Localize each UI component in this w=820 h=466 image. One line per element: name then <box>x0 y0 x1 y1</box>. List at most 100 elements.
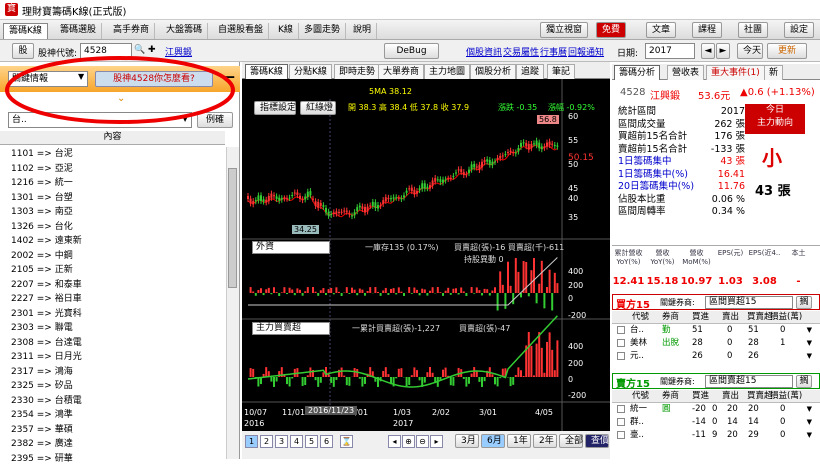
chart-tab-branch[interactable]: 分點K線 <box>289 64 332 79</box>
list-item[interactable]: 2317 => 鴻海 <box>0 365 225 380</box>
tab-chip-screen[interactable]: 籌碼選股 <box>55 23 102 39</box>
buy-side-go-button[interactable]: 搁 <box>796 296 812 309</box>
list-item[interactable]: 2207 => 和泰車 <box>0 278 225 293</box>
chart-tab-bigorder[interactable]: 大單券商 <box>378 64 424 79</box>
list-item[interactable]: 1216 => 統一 <box>0 176 225 191</box>
scrollbar-thumb[interactable] <box>228 168 237 288</box>
settings-button[interactable]: 設定 <box>784 22 814 38</box>
list-item[interactable]: 2303 => 聯電 <box>0 321 225 336</box>
list-item[interactable]: 1402 => 遠東新 <box>0 234 225 249</box>
list-item[interactable]: 2227 => 裕日車 <box>0 292 225 307</box>
tab-watchlist[interactable]: 自選股看盤 <box>213 23 269 39</box>
sell-side-go-button[interactable]: 搁 <box>796 375 812 388</box>
link-calendar[interactable]: 行事曆 <box>540 45 567 58</box>
page-2-button[interactable]: 2 <box>260 435 273 448</box>
range-3m-button[interactable]: 3月 <box>455 434 479 448</box>
link-trade-attr[interactable]: 交易屬性 <box>503 45 539 58</box>
indicator-settings-button[interactable]: 指標設定 <box>254 101 296 115</box>
list-item[interactable]: 2311 => 日月光 <box>0 350 225 365</box>
scroll-right-icon[interactable]: ▸ <box>430 435 443 448</box>
tab-market-chip[interactable]: 大盤籌碼 <box>161 23 208 39</box>
page-5-button[interactable]: 5 <box>305 435 318 448</box>
list-item[interactable]: 2105 => 正新 <box>0 263 225 278</box>
row-checkbox[interactable] <box>617 352 625 360</box>
link-stock-info[interactable]: 個股資訊 <box>466 45 502 58</box>
tab-chip-kline[interactable]: 籌碼K線 <box>3 23 48 39</box>
link-report[interactable]: 回報通知 <box>568 45 604 58</box>
list-item[interactable]: 2002 => 中鋼 <box>0 249 225 264</box>
list-item[interactable]: 2357 => 華碩 <box>0 423 225 438</box>
prev-day-button[interactable]: ◄ <box>701 43 715 59</box>
table-row[interactable]: 元..26026▼ <box>612 350 820 363</box>
debug-button[interactable]: DeBug <box>384 43 439 59</box>
filter-icon[interactable]: ⌛ <box>340 435 353 448</box>
row-checkbox[interactable] <box>617 431 625 439</box>
main-force-select[interactable]: 主力買賣超 <box>252 322 330 335</box>
table-row[interactable]: 臺..-11920290▼ <box>612 429 820 442</box>
table-row[interactable]: 統一圓-20020200▼ <box>612 403 820 416</box>
row-expand-icon[interactable]: ▼ <box>807 429 812 442</box>
buy-side-select[interactable]: 區間買超15 <box>705 296 793 309</box>
range-2y-button[interactable]: 2年 <box>533 434 557 448</box>
range-1y-button[interactable]: 1年 <box>507 434 531 448</box>
standalone-window-button[interactable]: 獨立視窗 <box>540 22 588 38</box>
right-tab-revenue[interactable]: 營收表 <box>667 65 704 80</box>
tab-kline[interactable]: K線 <box>273 23 299 39</box>
tab-multi-chart[interactable]: 多圖走勢 <box>299 23 346 39</box>
chart-tab-realtime[interactable]: 即時走勢 <box>334 64 380 79</box>
chart-tab-notes[interactable]: 筆記 <box>547 64 575 79</box>
sell-side-select[interactable]: 區間賣超15 <box>705 375 793 388</box>
row-expand-icon[interactable]: ▼ <box>807 337 812 350</box>
chart-tab-kline[interactable]: 籌碼K線 <box>245 64 288 79</box>
row-checkbox[interactable] <box>617 405 625 413</box>
chart-tab-analysis[interactable]: 個股分析 <box>470 64 516 79</box>
chart-area[interactable]: 指標設定 紅綠燈 5MA 38.12 開 38.3 高 38.4 低 37.8 … <box>242 79 610 431</box>
date-input[interactable]: 2017 <box>645 43 695 59</box>
free-button[interactable]: 免費 <box>596 22 626 38</box>
right-tab-chip[interactable]: 籌碼分析 <box>614 65 660 80</box>
page-3-button[interactable]: 3 <box>275 435 288 448</box>
community-button[interactable]: 社團 <box>738 22 768 38</box>
row-checkbox[interactable] <box>617 339 625 347</box>
page-1-button[interactable]: 1 <box>245 435 258 448</box>
range-all-button[interactable]: 全部 <box>559 434 583 448</box>
course-button[interactable]: 課程 <box>692 22 722 38</box>
list-item[interactable]: 2301 => 光寶科 <box>0 307 225 322</box>
table-row[interactable]: 群..-14014140▼ <box>612 416 820 429</box>
scroll-left-icon[interactable]: ◂ <box>388 435 401 448</box>
row-checkbox[interactable] <box>617 326 625 334</box>
quote-button[interactable]: 查價 <box>585 434 609 448</box>
chart-tab-track[interactable]: 追蹤 <box>516 64 544 79</box>
row-checkbox[interactable] <box>617 418 625 426</box>
row-expand-icon[interactable]: ▼ <box>807 403 812 416</box>
list-item[interactable]: 1102 => 亞泥 <box>0 162 225 177</box>
table-row[interactable]: 台..勤510510▼ <box>612 324 820 337</box>
list-item[interactable]: 2308 => 台達電 <box>0 336 225 351</box>
row-expand-icon[interactable]: ▼ <box>807 324 812 337</box>
today-button[interactable]: 今天 <box>737 43 763 59</box>
tab-expert-broker[interactable]: 高手券商 <box>108 23 155 39</box>
foreign-select[interactable]: 外資 <box>252 241 330 254</box>
list-item[interactable]: 1303 => 南亞 <box>0 205 225 220</box>
list-item[interactable]: 2325 => 矽品 <box>0 379 225 394</box>
zoom-out-icon[interactable]: ⊖ <box>416 435 429 448</box>
row-expand-icon[interactable]: ▼ <box>807 350 812 363</box>
refresh-button[interactable]: 更新 <box>767 43 807 59</box>
list-item[interactable]: 2330 => 台積電 <box>0 394 225 409</box>
list-item[interactable]: 2382 => 廣達 <box>0 437 225 452</box>
next-day-button[interactable]: ► <box>716 43 730 59</box>
chart-tab-map[interactable]: 主力地圖 <box>424 64 470 79</box>
article-button[interactable]: 文章 <box>646 22 676 38</box>
range-6m-button[interactable]: 6月 <box>481 434 505 448</box>
list-item[interactable]: 2354 => 鴻準 <box>0 408 225 423</box>
tab-help[interactable]: 說明 <box>348 23 377 39</box>
zoom-in-icon[interactable]: ⊕ <box>402 435 415 448</box>
list-item[interactable]: 1301 => 台塑 <box>0 191 225 206</box>
traffic-light-button[interactable]: 紅綠燈 <box>300 101 336 115</box>
page-4-button[interactable]: 4 <box>290 435 303 448</box>
row-expand-icon[interactable]: ▼ <box>807 416 812 429</box>
list-item[interactable]: 1101 => 台泥 <box>0 147 225 162</box>
list-item[interactable]: 1326 => 台化 <box>0 220 225 235</box>
page-6-button[interactable]: 6 <box>320 435 333 448</box>
table-row[interactable]: 美林出脫280281▼ <box>612 337 820 350</box>
